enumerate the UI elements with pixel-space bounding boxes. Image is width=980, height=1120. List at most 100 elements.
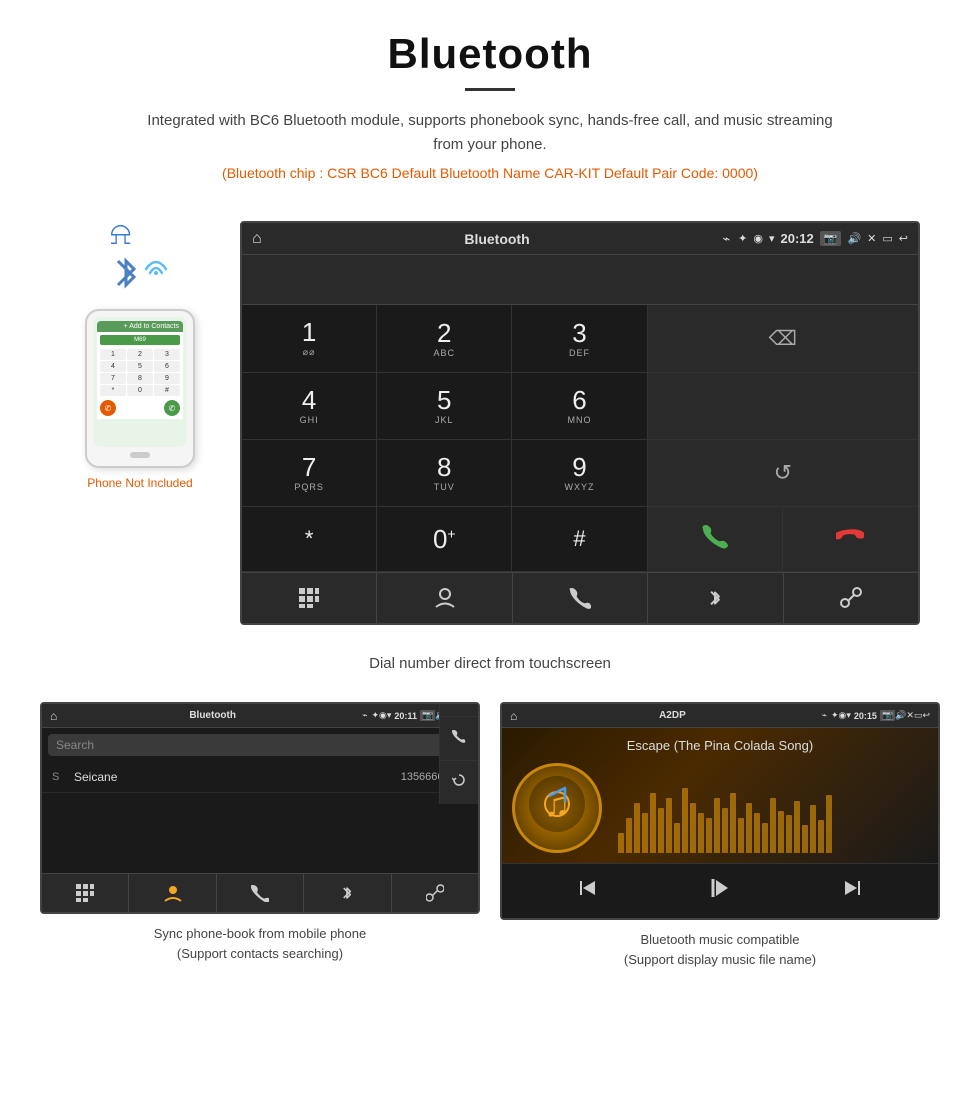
bar-6 [658,808,664,853]
key-8[interactable]: 8 TUV [377,440,512,507]
key-hash[interactable]: # [512,507,647,572]
pb-phone-icon-right[interactable] [440,717,478,761]
back-status-icon[interactable]: ↩ [899,232,908,245]
phone-start-btn[interactable]: ✆ [164,400,180,416]
key-5[interactable]: 5 JKL [377,373,512,440]
location-status-icon: ◉ [753,232,763,245]
dialpad-4[interactable]: 4 [100,361,126,372]
pb-loc-icon: ◉ [379,710,387,721]
key-0[interactable]: 0+ [377,507,512,572]
pb-nav-contacts[interactable] [129,874,216,912]
key-redial[interactable]: ↺ [648,440,918,507]
pb-wifi-icon: ▾ [387,710,392,721]
bar-9 [682,788,688,853]
music-visualizer [618,763,928,853]
nav-contacts[interactable] [377,573,512,623]
key-red-call[interactable] [783,507,918,572]
dial-bottom-nav [242,572,918,623]
music-prev-btn[interactable] [576,876,600,906]
status-time: 20:12 [781,231,814,246]
bar-11 [698,813,704,853]
dialpad-7[interactable]: 7 [100,373,126,384]
nav-link[interactable] [784,573,918,623]
phone-home-btn[interactable] [130,452,150,458]
phone-end-btn[interactable]: ✆ [100,400,116,416]
key-7[interactable]: 7 PQRS [242,440,377,507]
pb-search-icon-right[interactable] [440,702,478,717]
music-play-btn[interactable] [708,876,732,906]
pb-nav-grid[interactable] [42,874,129,912]
volume-status-icon[interactable]: 🔊 [847,232,861,245]
bar-8 [674,823,680,853]
bar-15 [730,793,736,853]
contact-name: Seicane [74,770,401,784]
key-backspace[interactable]: ⌫ [648,305,918,373]
dialpad-8[interactable]: 8 [127,373,153,384]
dialpad-5[interactable]: 5 [127,361,153,372]
key-2[interactable]: 2 ABC [377,305,512,373]
bar-21 [778,811,784,853]
phone-not-included: Phone Not Included [87,476,192,490]
music-next-btn[interactable] [840,876,864,906]
ms-time: 20:15 [854,711,877,721]
ms-back-icon[interactable]: ↩ [922,710,930,721]
pb-nav-link[interactable] [392,874,478,912]
phonebook-search-bar[interactable]: Search [48,734,472,756]
bar-5 [650,793,656,853]
phone-dialpad: 1 2 3 4 5 6 7 8 9 * 0 # [100,349,180,396]
home-icon[interactable]: ⌂ [252,230,262,248]
phone-screen-header: + Add to Contacts [97,321,183,332]
ms-screen-title: A2DP [523,710,821,721]
ms-camera-icon[interactable]: 📷 [880,710,895,721]
ms-vol-icon[interactable]: 🔊 [895,710,906,721]
bar-19 [762,823,768,853]
key-1[interactable]: 1 ⌀⌀ [242,305,377,373]
pb-redial-icon-right[interactable] [440,761,478,804]
dialpad-9[interactable]: 9 [154,373,180,384]
page-description: Integrated with BC6 Bluetooth module, su… [140,109,840,157]
dialpad-3[interactable]: 3 [154,349,180,360]
dialpad-0[interactable]: 0 [127,385,153,396]
wifi-arc-icon [142,251,170,281]
music-block: ⌂ A2DP ⌁ ✦ ◉ ▾ 20:15 📷 🔊 ✕ ▭ ↩ Escape (T… [500,702,940,969]
music-main-content: ♫ [512,763,928,853]
pb-bt-icon: ✦ [371,710,379,721]
nav-call[interactable] [513,573,648,623]
key-3[interactable]: 3 DEF [512,305,647,373]
key-6[interactable]: 6 MNO [512,373,647,440]
music-note-icon: ♫ [527,774,587,834]
bar-10 [690,803,696,853]
key-green-call[interactable] [648,507,783,572]
pb-camera-icon[interactable]: 📷 [420,710,435,721]
dialpad-2[interactable]: 2 [127,349,153,360]
key-4[interactable]: 4 GHI [242,373,377,440]
phone-screen-content: M69 1 2 3 4 5 6 7 8 9 * 0 # [97,332,183,419]
dial-statusbar: ⌂ Bluetooth ⌁ ✦ ◉ ▾ 20:12 📷 🔊 ✕ ▭ ↩ [242,223,918,255]
album-art-inner: ♫ [527,774,587,842]
nav-bluetooth[interactable] [648,573,783,623]
ms-close-icon[interactable]: ✕ [906,710,914,721]
ms-usb-icon: ⌁ [822,710,827,721]
dialpad-star[interactable]: * [100,385,126,396]
phonebook-statusbar: ⌂ Bluetooth ⌁ ✦ ◉ ▾ 20:11 📷 🔊 ✕ ▭ ↩ [42,704,478,728]
ms-home-icon[interactable]: ⌂ [510,709,517,723]
camera-status-icon[interactable]: 📷 [820,231,842,246]
window-status-icon[interactable]: ▭ [882,232,892,245]
dialpad-hash[interactable]: # [154,385,180,396]
ms-win-icon[interactable]: ▭ [914,710,923,721]
bt-signal-area: ⍾ [110,251,170,301]
key-star[interactable]: * [242,507,377,572]
close-status-icon[interactable]: ✕ [867,232,876,245]
nav-grid[interactable] [242,573,377,623]
pb-nav-call[interactable] [217,874,304,912]
dialpad-1[interactable]: 1 [100,349,126,360]
pb-nav-bt[interactable] [304,874,391,912]
bar-20 [770,798,776,853]
phonebook-screen: ⌂ Bluetooth ⌁ ✦ ◉ ▾ 20:11 📷 🔊 ✕ ▭ ↩ Sear… [40,702,480,914]
redial-icon: ↺ [774,460,792,486]
phonebook-list: S Seicane 13566664466 [42,762,478,793]
dialpad-6[interactable]: 6 [154,361,180,372]
phonebook-row[interactable]: S Seicane 13566664466 [42,762,478,793]
pb-home-icon[interactable]: ⌂ [50,709,57,723]
key-9[interactable]: 9 WXYZ [512,440,647,507]
